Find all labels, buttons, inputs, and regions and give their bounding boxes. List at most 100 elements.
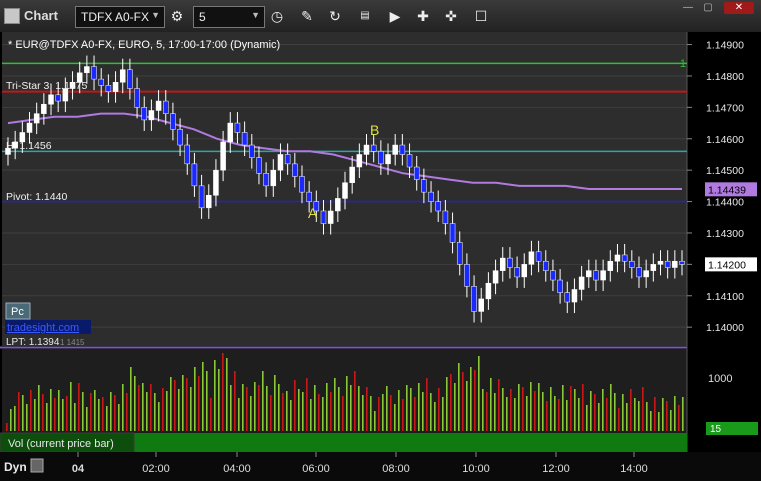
volume-bar — [486, 392, 488, 431]
candle-body — [256, 157, 262, 174]
candle-body — [650, 264, 657, 271]
volume-bar — [402, 399, 404, 431]
volume-bar — [234, 371, 236, 431]
volume-bar — [294, 380, 296, 431]
lock-icon[interactable] — [30, 458, 44, 473]
candle-body — [600, 270, 606, 281]
volume-bar — [670, 410, 672, 431]
candle-body — [492, 270, 499, 284]
price-tick-label: 1.14900 — [706, 40, 744, 52]
candle-body — [428, 191, 434, 202]
annotation-a: A — [308, 205, 318, 221]
volume-bar — [174, 380, 176, 431]
volume-bar — [190, 387, 192, 431]
data-icon[interactable]: ▤ — [354, 5, 376, 27]
close-icon[interactable]: ✕ — [724, 2, 754, 14]
crosshair-icon[interactable]: ✜ — [440, 5, 462, 27]
volume-bar — [390, 395, 392, 431]
settings-icon[interactable]: ⚙ — [166, 5, 188, 27]
volume-bar — [658, 412, 660, 431]
volume-bar — [470, 367, 472, 431]
candle-body — [26, 122, 33, 133]
volume-bar — [622, 394, 624, 431]
volume-bar — [426, 378, 428, 431]
candle-body — [84, 66, 90, 74]
time-tick-label: 14:00 — [620, 463, 648, 475]
tag-icon[interactable]: ✚ — [412, 5, 434, 27]
symbol-value: TDFX A0-FX — [81, 10, 150, 24]
volume-bar — [358, 386, 360, 431]
time-tick-label: 08:00 — [382, 463, 410, 475]
candle-body — [521, 264, 528, 278]
volume-bar — [202, 362, 204, 431]
volume-bar — [642, 387, 644, 431]
volume-bar — [86, 407, 88, 431]
level-label-tristar: Tri-Star 3: 1.1475 — [6, 80, 87, 92]
volume-bar — [154, 393, 156, 431]
volume-bar — [438, 388, 440, 431]
volume-bar — [38, 385, 40, 431]
pencil-icon[interactable]: ✎ — [296, 5, 318, 27]
chat-icon[interactable]: ☐ — [470, 5, 492, 27]
volume-bar — [662, 398, 664, 431]
candle-body — [643, 270, 649, 278]
time-mode[interactable]: Dyn — [4, 460, 27, 474]
volume-bar — [674, 396, 676, 431]
volume-bar — [270, 395, 272, 431]
candle-body — [41, 103, 47, 114]
volume-bar — [50, 389, 52, 431]
volume-bar — [26, 404, 28, 431]
chevron-down-icon: ▼ — [151, 10, 160, 20]
volume-bar — [498, 379, 500, 431]
volume-bar — [134, 376, 136, 431]
minimize-icon[interactable]: — — [680, 2, 696, 14]
candle-body — [112, 81, 119, 92]
volume-bar — [530, 382, 532, 431]
candle-body — [363, 144, 370, 155]
volume-bar — [418, 383, 420, 431]
volume-bar — [18, 392, 20, 431]
candle-body — [292, 163, 298, 177]
candle-body — [636, 267, 642, 278]
play-icon[interactable]: ▶ — [384, 5, 406, 27]
volume-bar — [122, 384, 124, 431]
candle-body — [629, 260, 635, 268]
volume-bar — [598, 403, 600, 431]
candle-body — [105, 85, 112, 92]
current-price-label: 1.14200 — [708, 259, 746, 271]
volume-bar — [110, 392, 112, 431]
candle-body — [148, 110, 155, 121]
clock-icon[interactable]: ◷ — [266, 5, 288, 27]
refresh-icon[interactable]: ↻ — [324, 5, 346, 27]
candle-body — [91, 66, 97, 80]
volume-bar — [462, 372, 464, 431]
chevron-down-icon: ▼ — [251, 10, 260, 20]
volume-bar — [502, 388, 504, 431]
volume-bar — [366, 387, 368, 431]
candle-body — [449, 223, 456, 243]
candle-body — [277, 154, 284, 171]
volume-label: Vol (current price bar) — [8, 438, 114, 450]
candle-body — [571, 289, 578, 303]
candle-body — [299, 176, 305, 193]
maximize-icon[interactable]: ▢ — [700, 2, 716, 14]
volume-bar — [62, 399, 64, 431]
volume-bar — [406, 385, 408, 431]
chart-area[interactable]: Vol (current price bar) 1.14900 1.14800 1.… — [0, 32, 761, 481]
watermark-link[interactable]: tradesight.com — [7, 322, 79, 334]
price-tick-label: 1.14600 — [706, 134, 744, 146]
symbol-select[interactable]: TDFX A0-FX ▼ — [75, 6, 165, 28]
volume-bar — [554, 396, 556, 431]
volume-bar — [326, 383, 328, 431]
volume-bar — [70, 382, 72, 431]
time-tick-label: 10:00 — [462, 463, 490, 475]
volume-bar — [542, 392, 544, 431]
volume-bar — [346, 376, 348, 431]
candle-body — [320, 210, 327, 224]
interval-select[interactable]: 5 ▼ — [193, 6, 265, 28]
volume-bar — [482, 389, 484, 431]
volume-bar — [238, 398, 240, 431]
candle-body — [198, 185, 205, 209]
candle-body — [664, 260, 671, 268]
volume-bar — [282, 393, 284, 431]
